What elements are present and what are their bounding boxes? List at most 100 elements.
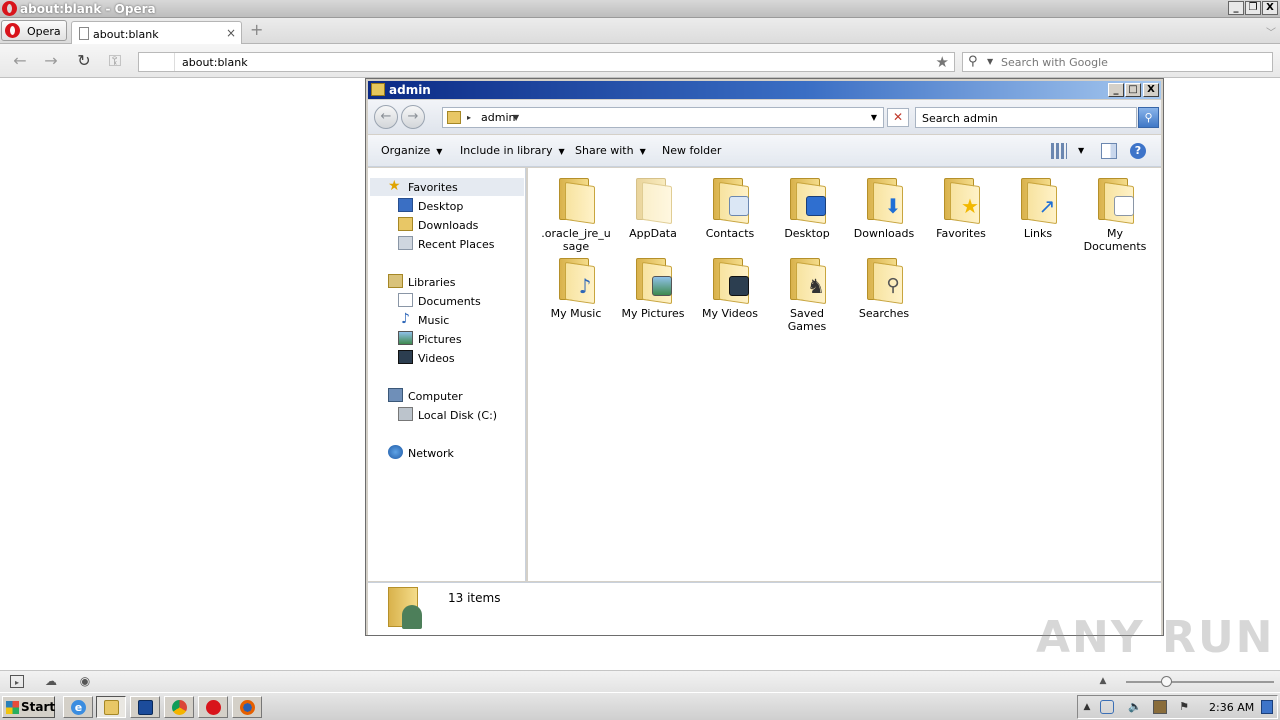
view-dropdown-icon[interactable]: ▼	[1078, 146, 1084, 155]
show-desktop-icon[interactable]	[1261, 700, 1273, 714]
tab-about-blank[interactable]: about:blank ×	[71, 21, 242, 45]
browser-restore-button[interactable]: ❐	[1245, 1, 1261, 15]
share-with-button[interactable]: Share with ▼	[575, 144, 646, 157]
browser-close-button[interactable]: X	[1262, 1, 1278, 15]
address-field[interactable]: about:blank ★	[138, 52, 955, 72]
folder-contacts[interactable]: Contacts	[692, 176, 768, 240]
folder-links[interactable]: ↗ Links	[1000, 176, 1076, 240]
new-folder-button[interactable]: New folder	[662, 144, 721, 157]
explorer-search-icon[interactable]: ⚲	[1138, 107, 1159, 128]
reload-icon[interactable]: ↻	[74, 51, 94, 71]
share-with-label: Share with	[575, 144, 634, 157]
explorer-close-button[interactable]: X	[1143, 83, 1159, 97]
folder-label: Saved	[790, 307, 824, 320]
explorer-maximize-button[interactable]: □	[1125, 83, 1141, 97]
browser-search-field[interactable]: ⚲ ▼ Search with Google	[962, 52, 1273, 72]
back-arrow-icon[interactable]: ←	[10, 51, 30, 71]
folder-my-pictures[interactable]: My Pictures	[615, 256, 691, 320]
explorer-title-bar[interactable]: admin _ □ X	[368, 81, 1161, 99]
explorer-minimize-button[interactable]: _	[1108, 83, 1124, 97]
videos-folder-icon	[709, 256, 751, 305]
star-icon: ★	[388, 178, 401, 194]
panel-toggle-icon[interactable]: ▸	[10, 675, 24, 688]
folder-searches[interactable]: ⚲ Searches	[846, 256, 922, 320]
file-list[interactable]: .oracle_jre_u sage AppData Contacts Desk…	[528, 168, 1161, 581]
videos-icon	[398, 350, 413, 364]
start-button[interactable]: Start	[2, 696, 55, 718]
folder-favorites[interactable]: ★ Favorites	[923, 176, 999, 240]
folder-my-videos[interactable]: My Videos	[692, 256, 768, 320]
pictures-folder-icon	[632, 256, 674, 305]
tray-expand-icon[interactable]: ▲	[1080, 700, 1094, 714]
windows-logo-icon	[6, 701, 19, 714]
downloads-folder-icon: ⬇	[863, 176, 905, 225]
page-icon	[79, 27, 89, 40]
zoom-slider-knob[interactable]	[1161, 676, 1172, 687]
explorer-forward-icon[interactable]: →	[401, 105, 425, 129]
taskbar-chrome[interactable]	[164, 696, 194, 718]
nav-item-label: Recent Places	[418, 238, 495, 251]
tab-label: about:blank	[93, 28, 159, 41]
folder-label: Searches	[858, 307, 910, 320]
taskbar-firefox[interactable]	[232, 696, 262, 718]
folder-downloads[interactable]: ⬇ Downloads	[846, 176, 922, 240]
forward-arrow-icon[interactable]: →	[41, 51, 61, 71]
zoom-menu-icon[interactable]: ▲	[1096, 675, 1110, 688]
opera-menu-button[interactable]: Opera	[1, 20, 67, 41]
nav-favorites[interactable]: ★ Favorites	[370, 178, 524, 196]
explorer-search-input[interactable]: Search admin	[915, 107, 1137, 128]
taskbar-media-player[interactable]	[130, 696, 160, 718]
opera-icon	[206, 700, 221, 715]
breadcrumb-dropdown-icon[interactable]: ▼	[513, 113, 519, 122]
cloud-icon[interactable]: ☁	[44, 675, 58, 688]
browser-title-bar: about:blank - Opera _ ❐ X	[0, 0, 1280, 18]
zoom-slider-track[interactable]	[1126, 681, 1274, 683]
breadcrumb-item-admin[interactable]: admin	[481, 111, 515, 124]
organize-label: Organize	[381, 144, 431, 157]
folder-label: My Videos	[701, 307, 759, 320]
refresh-icon[interactable]: ✕	[887, 108, 909, 127]
address-history-dropdown-icon[interactable]: ▼	[871, 113, 877, 122]
desktop-icon	[398, 198, 413, 212]
help-icon[interactable]: ?	[1130, 143, 1146, 159]
speed-dial-icon[interactable]: ◉	[78, 675, 92, 688]
clock[interactable]: 2:36 AM	[1209, 701, 1254, 714]
search-engine-dropdown-icon[interactable]: ▼	[987, 57, 993, 66]
bookmark-star-icon[interactable]: ★	[936, 53, 949, 71]
chevron-down-icon: ▼	[436, 147, 443, 156]
folder-desktop[interactable]: Desktop	[769, 176, 845, 240]
explorer-window[interactable]: admin _ □ X ← → ▸ admin ▼ ▼ ✕ Search adm…	[365, 78, 1164, 636]
change-view-icon[interactable]	[1051, 143, 1067, 159]
organize-button[interactable]: Organize ▼	[381, 144, 442, 157]
navigation-pane: ★ Favorites Desktop Downloads Recent Pla…	[368, 168, 526, 581]
action-center-flag-icon[interactable]: ⚑	[1177, 700, 1191, 714]
opera-menu-label: Opera	[27, 25, 61, 38]
new-tab-button[interactable]: +	[250, 22, 263, 38]
security-badge[interactable]	[139, 53, 175, 71]
item-count: 13 items	[448, 591, 501, 605]
breadcrumb-chevron-icon[interactable]: ▸	[467, 113, 471, 122]
explorer-back-icon[interactable]: ←	[374, 105, 398, 129]
taskbar-explorer[interactable]	[96, 696, 126, 718]
taskbar-opera[interactable]	[198, 696, 228, 718]
browser-minimize-button[interactable]: _	[1228, 1, 1244, 15]
preview-pane-icon[interactable]	[1101, 143, 1117, 159]
folder-my-music[interactable]: ♪ My Music	[538, 256, 614, 320]
folder-saved-games[interactable]: ♞ Saved Games	[769, 256, 845, 333]
breadcrumb[interactable]: ▸ admin ▼ ▼	[442, 107, 884, 128]
device-tray-icon[interactable]	[1153, 700, 1167, 714]
taskbar-internet-explorer[interactable]: e	[63, 696, 93, 718]
hidden-folder-icon	[632, 176, 674, 225]
folder-my-documents[interactable]: My Documents	[1077, 176, 1153, 253]
tab-menu-chevron-icon[interactable]: ﹀	[1266, 24, 1276, 39]
folder-oracle-jre-usage[interactable]: .oracle_jre_u sage	[538, 176, 614, 253]
key-icon[interactable]: ⚿	[105, 51, 125, 71]
folder-icon	[555, 176, 597, 225]
folder-label: My	[1106, 227, 1123, 240]
network-tray-icon[interactable]	[1100, 700, 1114, 714]
volume-icon[interactable]: 🔈	[1128, 700, 1142, 714]
recent-places-icon	[398, 236, 413, 250]
tab-close-icon[interactable]: ×	[226, 26, 236, 40]
folder-appdata[interactable]: AppData	[615, 176, 691, 240]
include-in-library-button[interactable]: Include in library ▼	[460, 144, 565, 157]
